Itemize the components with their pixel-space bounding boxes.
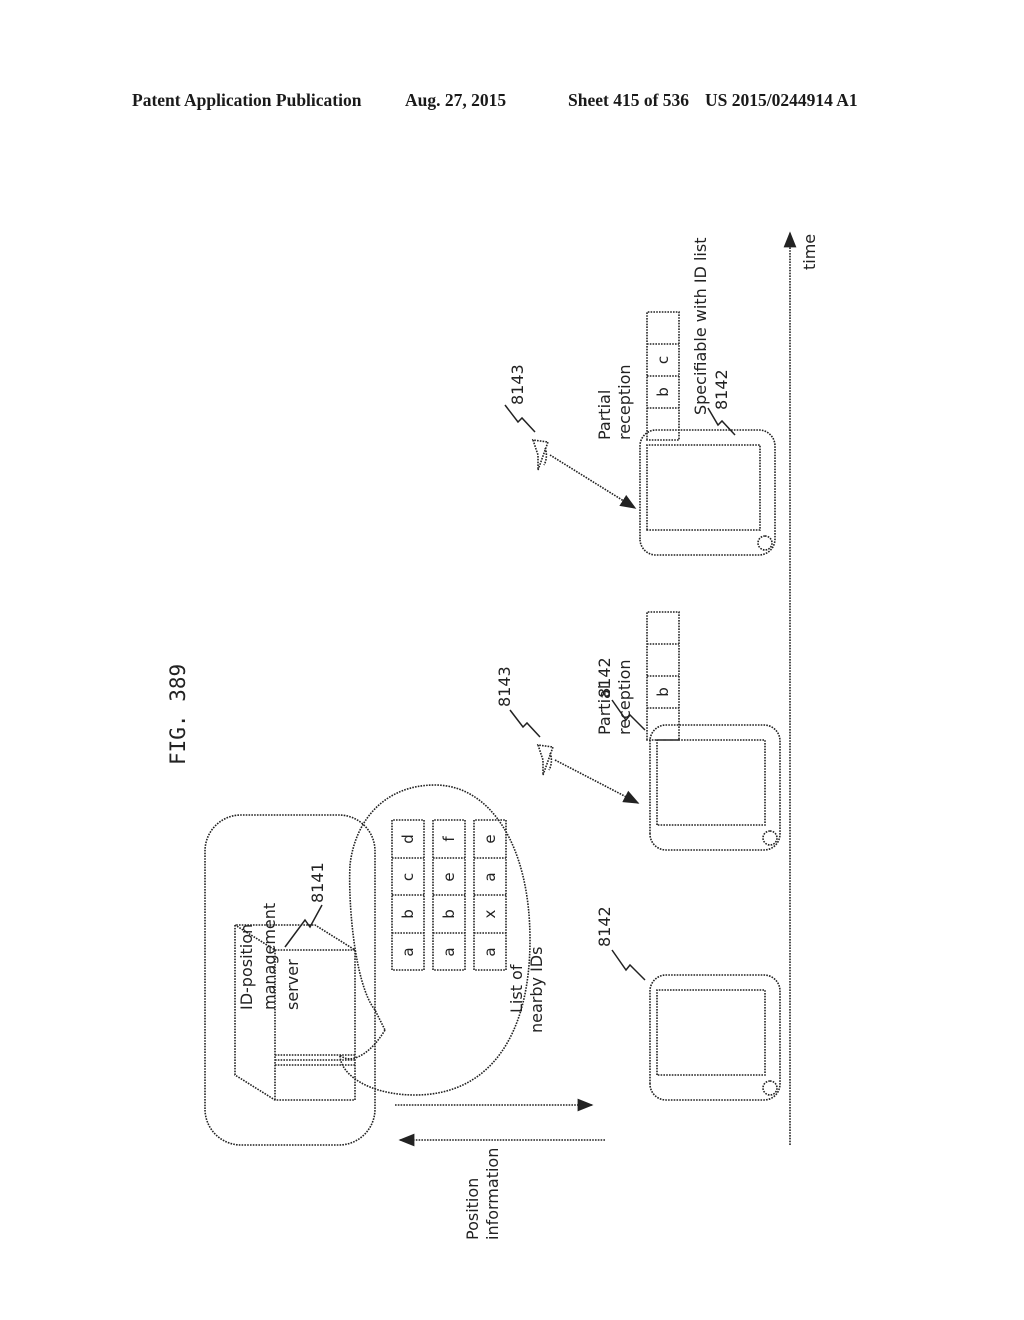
transmitter-3-icon [531, 439, 550, 471]
id-cell: x [481, 909, 499, 918]
id-cell: f [440, 836, 458, 842]
server-leader-line [284, 904, 323, 948]
transmitter-3-ref: 8143 [508, 364, 527, 405]
id-cell: d [399, 834, 417, 844]
server-label-line: ID-position [237, 924, 256, 1010]
phone-3-ref: 8142 [712, 369, 731, 410]
phone-stage-2 [649, 724, 781, 851]
id-list-caption-line: nearby IDs [527, 947, 546, 1033]
reception-line: Partial [595, 685, 614, 735]
received-ids-2: b [646, 611, 680, 741]
id-list-caption: List of nearby IDs [507, 947, 546, 1033]
received-cell: c [654, 356, 672, 364]
id-cell: e [481, 834, 499, 843]
position-info-line: Position [463, 1178, 482, 1240]
position-info-label: Position information [463, 1148, 502, 1240]
id-cell: c [399, 873, 417, 881]
transmitter-2-icon [536, 744, 555, 776]
id-cell: b [399, 909, 417, 919]
reception-line: reception [615, 364, 634, 440]
reception-line: Partial [595, 390, 614, 440]
phone-stage-3 [639, 429, 776, 556]
server-label: ID-position management server [237, 898, 302, 1010]
position-info-line: information [483, 1148, 502, 1240]
time-axis-label: time [800, 234, 819, 270]
id-cell: a [440, 947, 458, 956]
transmitter-3-leader [504, 404, 536, 433]
received-cell: b [654, 387, 672, 397]
phone-3-leader [707, 407, 736, 436]
figure-diagram: FIG. 389 ID-position management server 8… [166, 231, 819, 1240]
received-ids-3: b c [646, 311, 680, 441]
reception-line: reception [615, 659, 634, 735]
id-cell: b [440, 909, 458, 919]
transmitter-2-signal [554, 759, 640, 804]
server-label-line: management [260, 903, 279, 1010]
reception-3-label: Partial reception [595, 364, 634, 440]
transmitter-3-signal [549, 454, 637, 509]
phone-1-leader [611, 949, 646, 981]
id-cell: e [440, 872, 458, 881]
transmitter-2-ref: 8143 [495, 666, 514, 707]
phone-stage-1 [649, 974, 781, 1101]
specifiable-label: Specifiable with ID list [691, 238, 710, 415]
figure-title: FIG. 389 [166, 664, 190, 765]
id-cell: a [399, 947, 417, 956]
id-list-table: a b c d a b e f a x a e [391, 819, 507, 971]
server-ref: 8141 [308, 862, 327, 903]
received-cell: b [654, 687, 672, 697]
id-list-bubble [339, 784, 531, 1096]
phone-1-ref: 8142 [595, 906, 614, 947]
id-cell: a [481, 947, 499, 956]
transmitter-2-leader [509, 709, 541, 738]
id-list-caption-line: List of [507, 964, 526, 1013]
id-cell: a [481, 872, 499, 881]
server-label-line: server [283, 959, 302, 1010]
